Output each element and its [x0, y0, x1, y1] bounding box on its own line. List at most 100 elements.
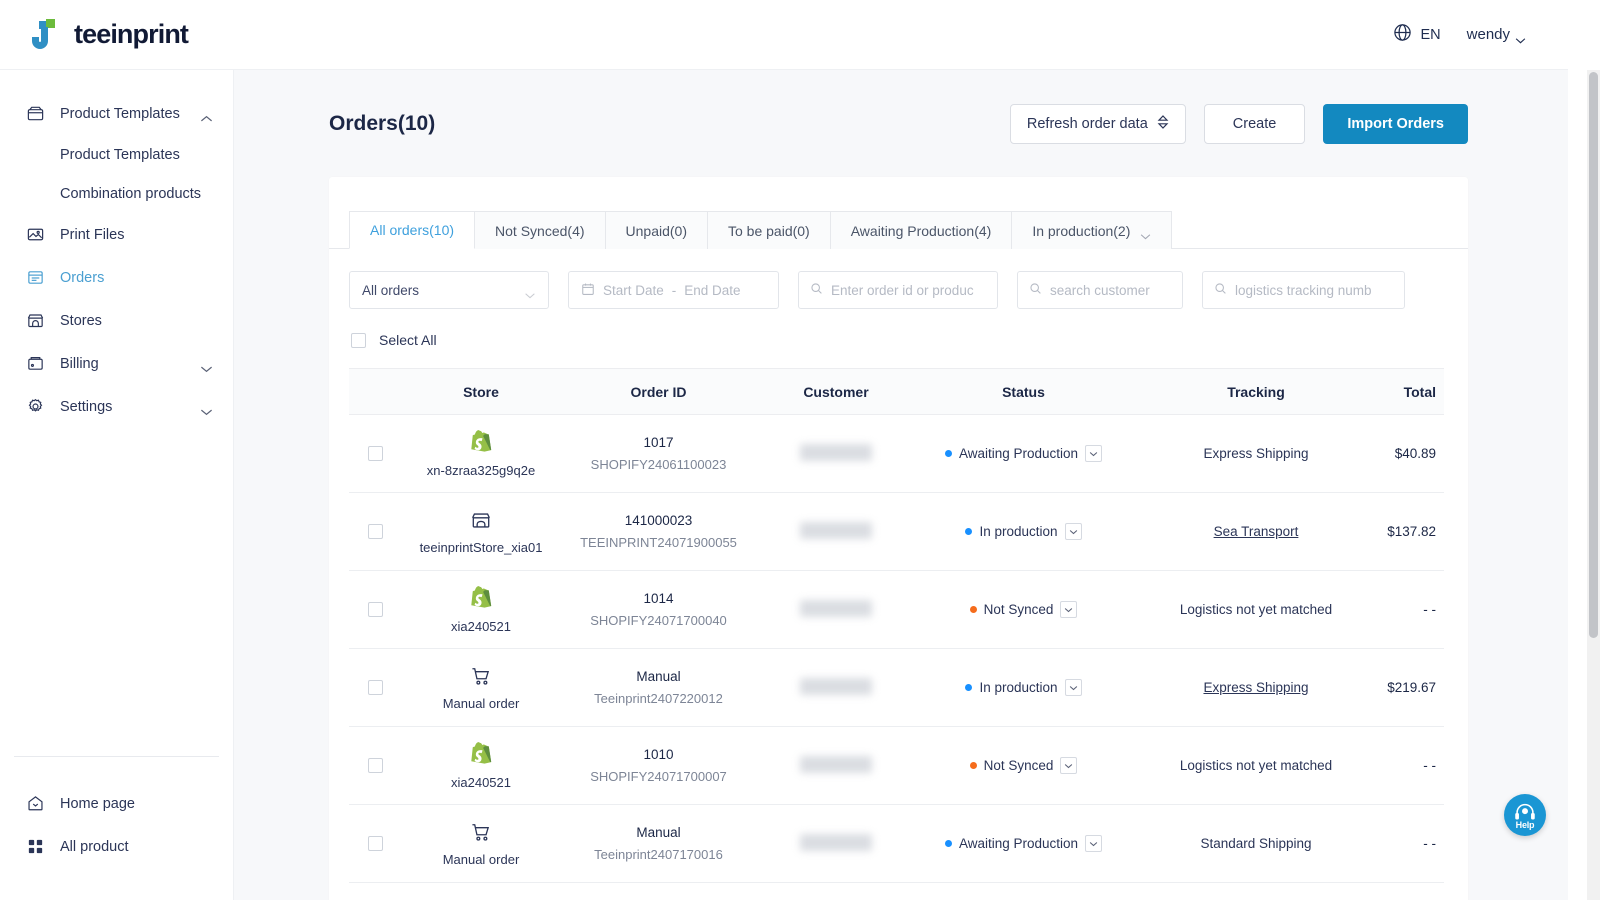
- sidebar-item-stores[interactable]: Stores: [0, 299, 233, 342]
- order-reference: SHOPIFY24071700040: [590, 612, 727, 628]
- row-checkbox-cell: [349, 446, 401, 461]
- sidebar-item-orders[interactable]: Orders: [0, 256, 233, 299]
- sidebar-item-product-templates-sub[interactable]: Product Templates: [0, 135, 233, 174]
- customer-search-input[interactable]: search customer: [1017, 271, 1183, 309]
- status-dropdown-icon[interactable]: [1085, 835, 1103, 852]
- table-row[interactable]: Manual order Manual Teeinprint2407220012 In…: [349, 649, 1444, 727]
- select-all-checkbox[interactable]: [351, 332, 366, 348]
- total-cell: - -: [1381, 602, 1444, 617]
- shopify-icon: [470, 741, 492, 769]
- total-cell: $137.82: [1381, 524, 1444, 539]
- sidebar-item-combination-products[interactable]: Combination products: [0, 174, 233, 213]
- order-id-cell: Manual Teeinprint2407170016: [561, 822, 756, 866]
- table-row[interactable]: Manual order Manual Teeinprint2407170016 Aw…: [349, 805, 1444, 883]
- order-type-select[interactable]: All orders: [349, 271, 549, 309]
- tab-awaiting-production[interactable]: Awaiting Production(4): [830, 211, 1013, 249]
- status-label: Not Synced: [983, 602, 1054, 617]
- total-cell: - -: [1381, 758, 1444, 773]
- table-row[interactable]: xia240521 1010 SHOPIFY24071700007 Not Synce…: [349, 727, 1444, 805]
- total-amount: $40.89: [1394, 446, 1436, 461]
- total-amount: $219.67: [1387, 680, 1436, 695]
- tracking-cell[interactable]: Express Shipping: [1131, 680, 1381, 695]
- user-menu[interactable]: wendy: [1467, 26, 1526, 44]
- order-reference: Teeinprint2407170016: [594, 846, 723, 862]
- chevron-up-icon[interactable]: [200, 110, 213, 121]
- chevron-down-icon[interactable]: [1140, 227, 1151, 240]
- sidebar-item-product-templates[interactable]: Product Templates: [0, 92, 233, 135]
- tracking-cell[interactable]: Sea Transport: [1131, 524, 1381, 539]
- chevron-down-icon[interactable]: [200, 403, 213, 415]
- tracking-cell: Express Shipping: [1131, 446, 1381, 461]
- order-reference: Teeinprint2407220012: [594, 690, 723, 706]
- sort-updown-icon: [1157, 114, 1169, 134]
- tab-label: In production(2): [1032, 222, 1131, 239]
- row-checkbox[interactable]: [367, 836, 383, 851]
- order-id: 1017: [643, 434, 674, 450]
- tracking-search-placeholder: logistics tracking numb: [1235, 282, 1372, 298]
- table-row[interactable]: xia240521 1014 SHOPIFY24071700040 Not Synce…: [349, 571, 1444, 649]
- tab-to-be-paid[interactable]: To be paid(0): [708, 211, 831, 249]
- end-date-placeholder: End Date: [684, 282, 741, 298]
- order-id: 141000023: [624, 512, 693, 528]
- tracking-link[interactable]: Sea Transport: [1214, 524, 1299, 539]
- calendar-icon: [581, 282, 595, 299]
- help-button[interactable]: Help: [1504, 794, 1546, 836]
- brand-logo[interactable]: teeinprint: [30, 17, 189, 53]
- status-label: Awaiting Production: [958, 836, 1079, 851]
- row-checkbox[interactable]: [367, 680, 383, 695]
- status-dropdown-icon[interactable]: [1060, 757, 1078, 774]
- store-cell: xia240521: [401, 585, 561, 634]
- tab-not-synced[interactable]: Not Synced(4): [475, 211, 606, 249]
- import-orders-button[interactable]: Import Orders: [1323, 104, 1468, 144]
- column-header-store: Store: [463, 383, 499, 400]
- row-checkbox[interactable]: [367, 446, 383, 461]
- tracking-link[interactable]: Express Shipping: [1203, 680, 1308, 695]
- refresh-order-data-button[interactable]: Refresh order data: [1009, 104, 1186, 144]
- date-range-picker[interactable]: Start Date - End Date: [568, 271, 779, 309]
- store-cell: teeinprintStore_xia01: [401, 509, 561, 555]
- cart-icon: [470, 665, 492, 690]
- status-cell: Awaiting Production: [916, 835, 1131, 852]
- chevron-down-icon[interactable]: [200, 360, 213, 372]
- create-button[interactable]: Create: [1203, 104, 1306, 144]
- store-cell: xn-8zraa325g9q2e: [401, 429, 561, 478]
- status-dropdown-icon[interactable]: [1085, 445, 1103, 462]
- sidebar-item-settings[interactable]: Settings: [0, 385, 233, 428]
- brand-name: teeinprint: [74, 19, 189, 49]
- table-row[interactable]: teeinprintStore_xia01 141000023 TEEINPRINT…: [349, 493, 1444, 571]
- scrollbar-thumb[interactable]: [1589, 72, 1598, 638]
- search-icon: [1029, 282, 1042, 298]
- tab-unpaid[interactable]: Unpaid(0): [605, 211, 708, 249]
- order-id-cell: 141000023 TEEINPRINT24071900055: [561, 510, 756, 554]
- status-dropdown-icon[interactable]: [1060, 601, 1078, 618]
- shopify-icon: [470, 429, 492, 457]
- status-label: Not Synced: [983, 758, 1054, 773]
- sidebar-item-home-page[interactable]: Home page: [0, 782, 233, 825]
- sidebar-item-billing[interactable]: Billing: [0, 342, 233, 385]
- column-header-order-id: Order ID: [630, 383, 687, 400]
- row-checkbox[interactable]: [367, 758, 383, 773]
- row-checkbox[interactable]: [367, 602, 383, 617]
- tab-in-production[interactable]: In production(2): [1012, 211, 1173, 249]
- tab-all-orders[interactable]: All orders(10): [349, 211, 476, 249]
- tracking-cell: Logistics not yet matched: [1131, 758, 1381, 773]
- page-scrollbar[interactable]: [1587, 70, 1600, 900]
- teeinprint-logo-icon: [30, 17, 64, 53]
- language-selector[interactable]: EN: [1393, 23, 1441, 47]
- row-checkbox-cell: [349, 524, 401, 539]
- tracking-search-input[interactable]: logistics tracking numb: [1202, 271, 1405, 309]
- status-dot: [965, 528, 973, 535]
- order-search-input[interactable]: Enter order id or produc: [798, 271, 998, 309]
- table-row[interactable]: xn-8zraa325g9q2e 1017 SHOPIFY24061100023 Aw…: [349, 415, 1444, 493]
- status-dropdown-icon[interactable]: [1064, 679, 1082, 696]
- tracking-text: Express Shipping: [1203, 446, 1309, 461]
- status-dot: [969, 606, 977, 613]
- status-dropdown-icon[interactable]: [1064, 523, 1082, 540]
- sidebar-item-all-product[interactable]: All product: [0, 825, 233, 868]
- sidebar-item-print-files[interactable]: Print Files: [0, 213, 233, 256]
- row-checkbox[interactable]: [367, 524, 383, 539]
- status-dot: [969, 762, 977, 769]
- customer-cell: [756, 443, 916, 464]
- order-reference: TEEINPRINT24071900055: [580, 534, 737, 550]
- select-all-label: Select All: [379, 332, 437, 348]
